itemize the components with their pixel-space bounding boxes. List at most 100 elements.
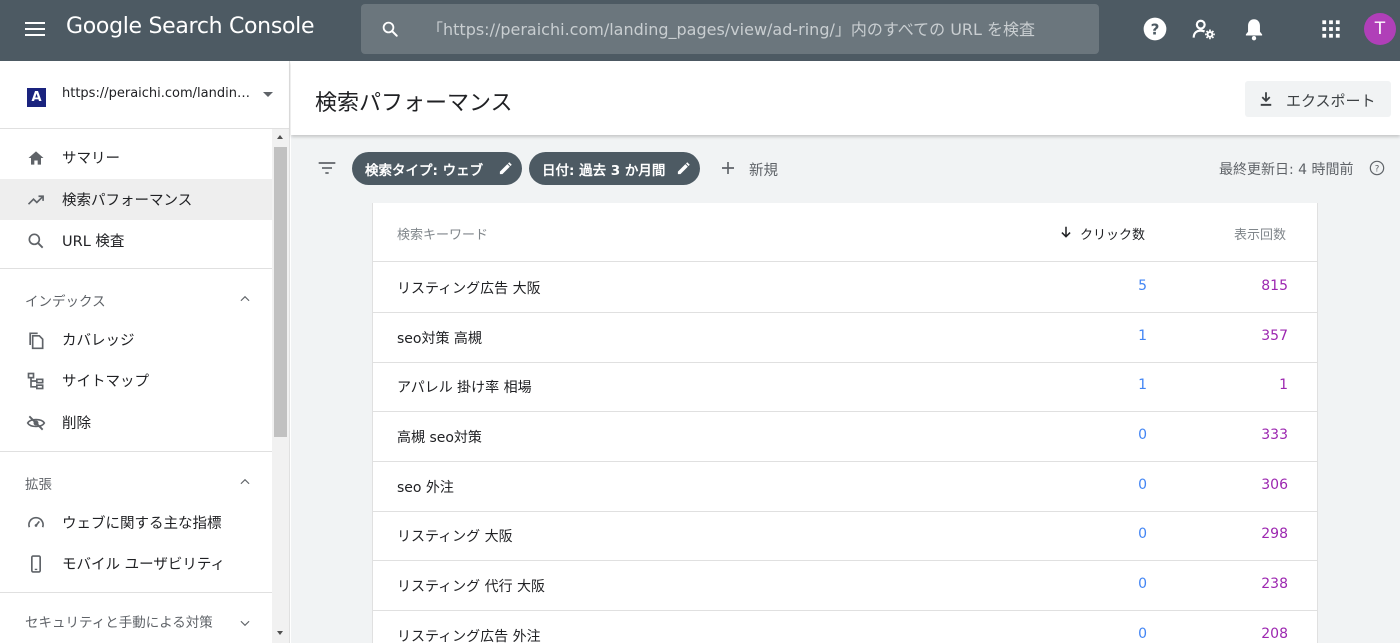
query-cell: リスティング 大阪 <box>397 529 513 545</box>
clicks-cell: 0 <box>1138 576 1147 592</box>
speedometer-icon <box>28 516 44 527</box>
filter-bar: 検索タイプ: ウェブ 日付: 過去 3 か月間 新規 最終更新日: 4 時間前 … <box>291 135 1400 202</box>
sidebar-item-label: ウェブに関する主な指標 <box>62 516 222 532</box>
property-selector[interactable]: A https://peraichi.com/landing_pages/vie… <box>0 61 289 129</box>
sidebar-item-removals[interactable]: 削除 <box>0 402 272 443</box>
clicks-cell: 0 <box>1138 427 1147 443</box>
last-updated-text: 最終更新日: 4 時間前 <box>1219 162 1354 178</box>
table-row[interactable]: アパレル 掛け率 相場 1 1 <box>373 362 1317 412</box>
hamburger-line <box>25 21 45 24</box>
scroll-up-arrow-icon[interactable] <box>277 135 283 139</box>
apps-grid-icon[interactable] <box>1318 16 1344 42</box>
column-header-clicks[interactable]: クリック数 <box>1080 224 1145 243</box>
sidebar-item-label: モバイル ユーザビリティ <box>62 557 225 573</box>
query-cell: リスティング広告 大阪 <box>397 281 541 297</box>
chevron-down-icon[interactable] <box>238 616 252 630</box>
home-icon <box>28 150 44 165</box>
help-outline-icon[interactable]: ? <box>1369 160 1385 176</box>
table-row[interactable]: リスティング広告 外注 0 208 <box>373 611 1317 643</box>
impressions-cell: 298 <box>1261 526 1288 542</box>
table-row[interactable]: リスティング広告 大阪 5 815 <box>373 263 1317 313</box>
sidebar-item-performance[interactable]: 検索パフォーマンス <box>0 179 272 220</box>
admin-settings-icon[interactable] <box>1191 16 1217 42</box>
filter-chip-date[interactable]: 日付: 過去 3 か月間 <box>529 152 700 185</box>
scrollbar-thumb[interactable] <box>274 147 287 437</box>
help-icon[interactable]: ? <box>1142 16 1168 42</box>
query-cell: アパレル 掛け率 相場 <box>397 380 532 396</box>
export-button-label: エクスポート <box>1286 92 1376 110</box>
impressions-cell: 306 <box>1261 477 1288 493</box>
page-title: 検索パフォーマンス <box>315 91 513 116</box>
eye-off-icon <box>26 415 46 430</box>
hamburger-line <box>25 33 45 36</box>
impressions-cell: 357 <box>1261 328 1288 344</box>
column-header-query[interactable]: 検索キーワード <box>397 224 488 243</box>
copy-pages-icon <box>29 332 44 349</box>
query-cell: 高槻 seo対策 <box>397 430 482 446</box>
sidebar-item-coverage[interactable]: カバレッジ <box>0 319 272 360</box>
main-menu-button[interactable] <box>24 18 50 42</box>
chip-label: 日付: 過去 3 か月間 <box>542 162 666 179</box>
filter-chip-search-type[interactable]: 検索タイプ: ウェブ <box>352 152 522 185</box>
section-title-index: インデックス <box>25 294 106 310</box>
sidebar-item-label: サイトマップ <box>62 374 149 390</box>
sidebar-item-mobile-usability[interactable]: モバイル ユーザビリティ <box>0 543 272 584</box>
table-row[interactable]: seo対策 高槻 1 357 <box>373 313 1317 363</box>
product-logo[interactable]: Google Search Console <box>66 14 314 39</box>
svg-text:?: ? <box>1151 20 1160 38</box>
table-row[interactable]: リスティング 大阪 0 298 <box>373 511 1317 561</box>
filter-list-icon[interactable] <box>317 159 337 177</box>
property-url: https://peraichi.com/landing_pages/view/… <box>62 86 252 101</box>
query-cell: リスティング広告 外注 <box>397 629 541 643</box>
queries-table: 検索キーワード クリック数 表示回数 リスティング広告 大阪 5 815 seo… <box>372 203 1318 643</box>
clicks-cell: 1 <box>1138 328 1147 344</box>
page-header: 検索パフォーマンス エクスポート <box>291 61 1400 135</box>
impressions-cell: 1 <box>1279 377 1288 393</box>
table-row[interactable]: リスティング 代行 大阪 0 238 <box>373 561 1317 611</box>
sidebar-item-label: 検索パフォーマンス <box>62 193 193 209</box>
query-cell: seo 外注 <box>397 480 454 496</box>
sidebar-item-url-inspection[interactable]: URL 検査 <box>0 220 272 261</box>
property-favicon: A <box>27 88 46 107</box>
table-row[interactable]: 高槻 seo対策 0 333 <box>373 412 1317 462</box>
divider <box>0 592 272 593</box>
trending-up-icon <box>27 194 44 205</box>
sidebar-item-core-web-vitals[interactable]: ウェブに関する主な指標 <box>0 502 272 543</box>
search-input[interactable] <box>427 4 1087 54</box>
divider <box>0 268 272 269</box>
notifications-bell-icon[interactable] <box>1241 16 1267 42</box>
section-title-enhancements: 拡張 <box>25 477 52 493</box>
arrow-down-sort-icon[interactable] <box>1059 225 1073 239</box>
chevron-up-icon[interactable] <box>238 292 252 306</box>
search-icon[interactable] <box>381 20 399 38</box>
sitemap-icon <box>27 372 44 389</box>
export-button[interactable]: エクスポート <box>1245 81 1391 117</box>
impressions-cell: 208 <box>1261 626 1288 642</box>
smartphone-icon <box>31 554 41 573</box>
divider <box>0 451 272 452</box>
clicks-cell: 0 <box>1138 477 1147 493</box>
sidebar-item-sitemaps[interactable]: サイトマップ <box>0 360 272 401</box>
dropdown-caret-icon <box>263 92 273 97</box>
download-icon <box>1260 92 1272 106</box>
impressions-cell: 815 <box>1261 278 1288 294</box>
impressions-cell: 238 <box>1261 576 1288 592</box>
query-cell: seo対策 高槻 <box>397 331 482 347</box>
top-app-bar: Google Search Console ? T <box>0 0 1400 61</box>
chip-label: 検索タイプ: ウェブ <box>365 162 484 179</box>
sidebar-item-label: URL 検査 <box>62 234 125 250</box>
column-header-impressions[interactable]: 表示回数 <box>1234 224 1286 243</box>
sidebar-item-label: カバレッジ <box>62 333 135 349</box>
scroll-down-arrow-icon[interactable] <box>277 631 283 635</box>
chevron-up-icon[interactable] <box>238 475 252 489</box>
clicks-cell: 0 <box>1138 526 1147 542</box>
url-inspection-search[interactable] <box>361 4 1099 54</box>
sidebar-item-label: 削除 <box>62 416 91 432</box>
table-row[interactable]: seo 外注 0 306 <box>373 462 1317 512</box>
edit-pencil-icon <box>677 162 690 175</box>
clicks-cell: 0 <box>1138 626 1147 642</box>
sidebar: A https://peraichi.com/landing_pages/vie… <box>0 61 290 643</box>
account-avatar[interactable]: T <box>1364 13 1396 45</box>
sidebar-item-summary[interactable]: サマリー <box>0 137 272 178</box>
svg-text:?: ? <box>1375 164 1380 174</box>
